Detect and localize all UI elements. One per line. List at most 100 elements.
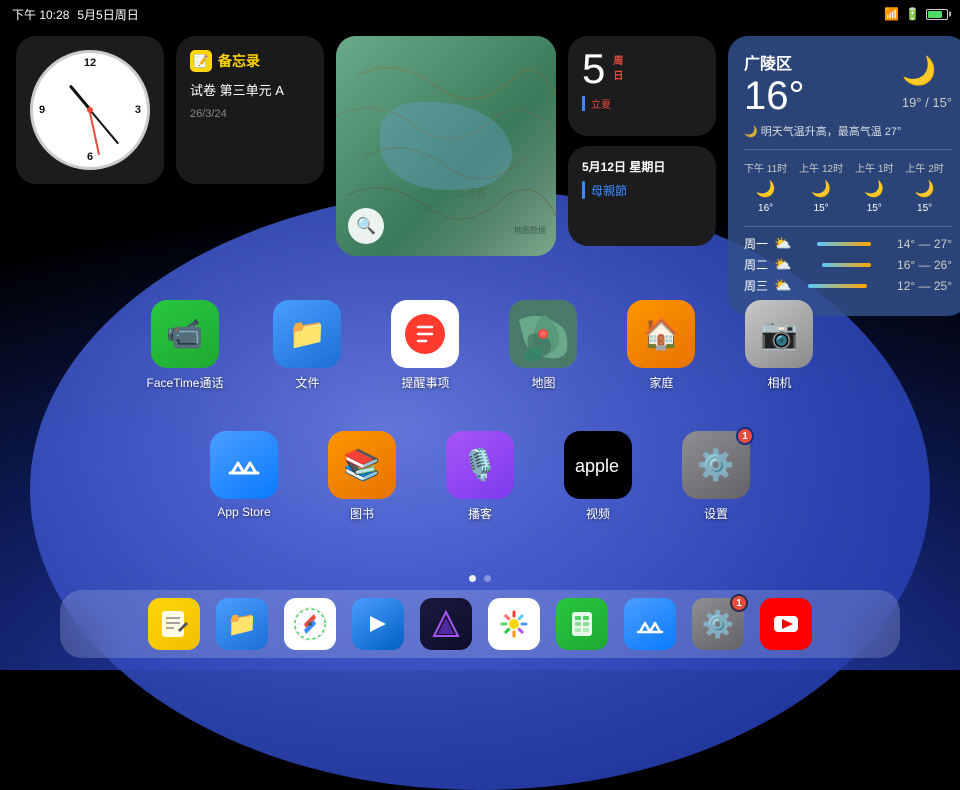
- reminders-label: 提醒事项: [401, 374, 449, 391]
- map-widget[interactable]: 江苏省 🔍 地图数据: [336, 36, 556, 256]
- wifi-icon: 📶: [884, 7, 899, 21]
- appstore-label: App Store: [217, 505, 270, 519]
- settings-label: 设置: [704, 505, 728, 522]
- events-widget[interactable]: 5月12日 星期日 母親節: [568, 146, 716, 246]
- calendar-group: 5 周日 立夏 5月12日 星期日 母親節: [568, 36, 716, 316]
- svg-text:江苏省: 江苏省: [456, 186, 486, 199]
- dock: 📁: [60, 590, 900, 658]
- app-home[interactable]: 🏠 家庭: [627, 300, 695, 391]
- home-icon: 🏠: [627, 300, 695, 368]
- app-podcasts[interactable]: 🎙️ 播客: [446, 431, 514, 522]
- forecast-row-2: 周三 ⛅ 12° — 25°: [744, 277, 952, 294]
- status-bar: 下午 10:28 5月5日周日 📶 🔋: [0, 0, 960, 28]
- svg-text:apple: apple: [575, 456, 619, 476]
- hourly-3: 上午 2时 🌙 15°: [905, 160, 943, 214]
- notes-app-icon: 📝: [190, 50, 212, 72]
- map-attribution: 地图数据: [514, 225, 546, 236]
- weather-range: 19° / 15°: [902, 95, 952, 110]
- appstore-icon: [210, 431, 278, 499]
- app-grid: 📹 FaceTime通话 📁 文件 提醒事项: [0, 300, 960, 522]
- app-camera[interactable]: 📷 相机: [745, 300, 813, 391]
- app-tv[interactable]: apple 视频: [564, 431, 632, 522]
- app-books[interactable]: 📚 图书: [328, 431, 396, 522]
- hourly-0: 下午 11时 🌙 16°: [744, 160, 787, 214]
- status-left: 下午 10:28 5月5日周日: [12, 6, 139, 23]
- files-label: 文件: [295, 374, 319, 391]
- signal-icon: 🔋: [905, 7, 920, 21]
- maps-icon: [509, 300, 577, 368]
- books-label: 图书: [350, 505, 374, 522]
- weather-widget[interactable]: 广陵区 16° 🌙 19° / 15° 🌙 明天气温升高，最高气温 27° 下午…: [728, 36, 960, 316]
- forecast-row-1: 周二 ⛅ 16° — 26°: [744, 256, 952, 273]
- weather-location: 广陵区: [744, 50, 805, 74]
- page-dots: [469, 575, 491, 582]
- forecast-row-0: 周一 ⛅ 14° — 27°: [744, 235, 952, 252]
- dock-prompt[interactable]: [352, 598, 404, 650]
- dock-notes[interactable]: [148, 598, 200, 650]
- dot-0: [469, 575, 476, 582]
- dock-files[interactable]: 📁: [216, 598, 268, 650]
- camera-label: 相机: [767, 374, 791, 391]
- app-maps[interactable]: 地图: [509, 300, 577, 391]
- clock-center-dot: [87, 107, 93, 113]
- notes-header: 📝 备忘录: [190, 50, 310, 72]
- notes-content: 试卷 第三单元 A: [190, 82, 310, 100]
- widgets-area: 12 3 6 9 📝 备忘录 试卷 第三单元 A 26/3/24 江苏省: [16, 36, 944, 316]
- clock-widget[interactable]: 12 3 6 9: [16, 36, 164, 184]
- calendar-weekday: 周日: [613, 52, 623, 82]
- status-right: 📶 🔋: [884, 7, 948, 21]
- tv-icon: apple: [564, 431, 632, 499]
- books-icon: 📚: [328, 431, 396, 499]
- weather-forecast: 周一 ⛅ 14° — 27° 周二 ⛅ 16° — 26° 周三 ⛅: [744, 226, 952, 294]
- clock-face: 12 3 6 9: [30, 50, 150, 170]
- weather-hourly: 下午 11时 🌙 16° 上午 12时 🌙 15° 上午 1时 🌙 15° 上午…: [744, 149, 952, 214]
- app-row-2: App Store 📚 图书 🎙️ 播客 apple 视频 ⚙️: [210, 431, 750, 522]
- podcasts-label: 播客: [468, 505, 492, 522]
- home-label: 家庭: [649, 374, 673, 391]
- app-reminders[interactable]: 提醒事项: [391, 300, 459, 391]
- reminders-icon: [391, 300, 459, 368]
- calendar-solar-term: 立夏: [582, 96, 702, 111]
- hourly-2: 上午 1时 🌙 15°: [855, 160, 893, 214]
- app-appstore[interactable]: App Store: [210, 431, 278, 522]
- event-item-0: 母親節: [582, 181, 702, 199]
- dock-appstore[interactable]: [624, 598, 676, 650]
- dock-photos[interactable]: [488, 598, 540, 650]
- app-row-1: 📹 FaceTime通话 📁 文件 提醒事项: [147, 300, 814, 391]
- maps-label: 地图: [531, 374, 555, 391]
- notes-app-label: 备忘录: [218, 51, 260, 71]
- calendar-widget[interactable]: 5 周日 立夏: [568, 36, 716, 136]
- notes-date: 26/3/24: [190, 108, 310, 120]
- dock-settings[interactable]: ⚙️ 1: [692, 598, 744, 650]
- tv-label: 视频: [586, 505, 610, 522]
- event-dot: [582, 181, 585, 199]
- notes-widget[interactable]: 📝 备忘录 试卷 第三单元 A 26/3/24: [176, 36, 324, 184]
- settings-icon: ⚙️ 1: [682, 431, 750, 499]
- settings-badge: 1: [736, 427, 754, 445]
- weather-description: 🌙 明天气温升高，最高气温 27°: [744, 123, 952, 139]
- camera-icon: 📷: [745, 300, 813, 368]
- app-facetime[interactable]: 📹 FaceTime通话: [147, 300, 224, 391]
- hourly-1: 上午 12时 🌙 15°: [799, 160, 843, 214]
- dock-safari[interactable]: [284, 598, 336, 650]
- weather-current-temp: 16°: [744, 74, 805, 119]
- app-settings[interactable]: ⚙️ 1 设置: [682, 431, 750, 522]
- dock-youtube[interactable]: [760, 598, 812, 650]
- calendar-day-number: 5: [582, 48, 605, 90]
- app-files[interactable]: 📁 文件: [273, 300, 341, 391]
- files-icon: 📁: [273, 300, 341, 368]
- battery-indicator: [926, 9, 948, 20]
- dock-settings-badge: 1: [730, 594, 748, 612]
- event-text-0: 母親節: [591, 182, 627, 199]
- podcasts-icon: 🎙️: [446, 431, 514, 499]
- dock-notchmeister[interactable]: [420, 598, 472, 650]
- events-date: 5月12日 星期日: [582, 158, 702, 175]
- status-date: 5月5日周日: [77, 6, 138, 23]
- dot-1: [484, 575, 491, 582]
- weather-top: 广陵区 16° 🌙 19° / 15°: [744, 50, 952, 119]
- facetime-label: FaceTime通话: [147, 374, 224, 391]
- facetime-icon: 📹: [151, 300, 219, 368]
- map-search-button[interactable]: 🔍: [348, 208, 384, 244]
- status-time: 下午 10:28: [12, 6, 69, 23]
- dock-numbers[interactable]: [556, 598, 608, 650]
